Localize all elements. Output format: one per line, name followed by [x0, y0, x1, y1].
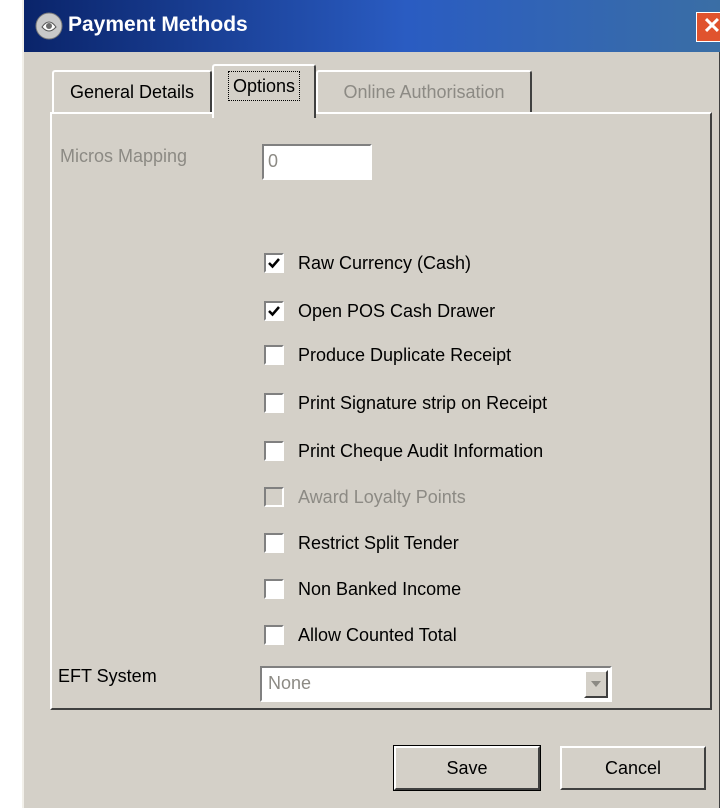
print-cheque-audit-checkbox[interactable] [264, 441, 284, 461]
restrict-split-tender-checkbox[interactable] [264, 533, 284, 553]
checkmark-icon [268, 306, 280, 317]
tab-options-label: Options [227, 71, 301, 101]
print-signature-strip-label: Print Signature strip on Receipt [298, 392, 548, 413]
restrict-split-tender-label: Restrict Split Tender [298, 532, 459, 553]
payment-methods-dialog: Payment Methods ✕ General Details Online… [22, 0, 720, 808]
eft-system-dropdown-button [584, 670, 608, 698]
title-bar[interactable]: Payment Methods ✕ [24, 0, 720, 52]
save-button-label: Save [446, 758, 488, 778]
save-button[interactable]: Save [393, 745, 541, 791]
open-pos-cash-drawer-checkbox[interactable] [264, 301, 284, 321]
open-pos-cash-drawer-checkbox-row[interactable]: Open POS Cash Drawer [264, 296, 495, 326]
tab-online-authorisation-label: Online Authorisation [343, 82, 505, 102]
open-pos-cash-drawer-label: Open POS Cash Drawer [298, 300, 496, 321]
raw-currency-label: Raw Currency (Cash) [298, 252, 472, 273]
print-signature-strip-checkbox-row[interactable]: Print Signature strip on Receipt [264, 388, 547, 418]
award-loyalty-points-checkbox-row: Award Loyalty Points [264, 482, 466, 512]
tab-general-details-label: General Details [69, 82, 195, 102]
chevron-down-icon [591, 681, 601, 687]
produce-duplicate-receipt-checkbox[interactable] [264, 345, 284, 365]
tab-options[interactable]: Options [212, 64, 316, 118]
window-title: Payment Methods [68, 13, 248, 36]
produce-duplicate-receipt-checkbox-row[interactable]: Produce Duplicate Receipt [264, 340, 511, 370]
non-banked-income-checkbox-row[interactable]: Non Banked Income [264, 574, 461, 604]
raw-currency-checkbox[interactable] [264, 253, 284, 273]
eft-system-label: EFT System [58, 666, 157, 686]
cancel-button[interactable]: Cancel [560, 746, 706, 790]
print-cheque-audit-label: Print Cheque Audit Information [298, 440, 544, 461]
checkmark-icon [268, 258, 280, 269]
eft-system-select: None [260, 666, 612, 702]
tab-general-details[interactable]: General Details [52, 70, 212, 114]
allow-counted-total-checkbox-row[interactable]: Allow Counted Total [264, 620, 457, 650]
close-button[interactable]: ✕ [696, 12, 720, 42]
micros-mapping-label: Micros Mapping [60, 146, 188, 166]
restrict-split-tender-checkbox-row[interactable]: Restrict Split Tender [264, 528, 459, 558]
award-loyalty-points-checkbox [264, 487, 284, 507]
app-icon [35, 12, 63, 40]
close-icon: ✕ [702, 13, 720, 38]
non-banked-income-checkbox[interactable] [264, 579, 284, 599]
non-banked-income-label: Non Banked Income [298, 578, 462, 599]
raw-currency-checkbox-row[interactable]: Raw Currency (Cash) [264, 248, 471, 278]
print-signature-strip-checkbox[interactable] [264, 393, 284, 413]
allow-counted-total-label: Allow Counted Total [298, 624, 457, 645]
print-cheque-audit-checkbox-row[interactable]: Print Cheque Audit Information [264, 436, 543, 466]
micros-mapping-input: 0 [262, 144, 372, 180]
cancel-button-label: Cancel [604, 758, 662, 778]
tab-online-authorisation: Online Authorisation [316, 70, 532, 114]
award-loyalty-points-label: Award Loyalty Points [298, 486, 466, 507]
eft-system-value: None [268, 673, 312, 693]
allow-counted-total-checkbox[interactable] [264, 625, 284, 645]
produce-duplicate-receipt-label: Produce Duplicate Receipt [298, 344, 512, 365]
